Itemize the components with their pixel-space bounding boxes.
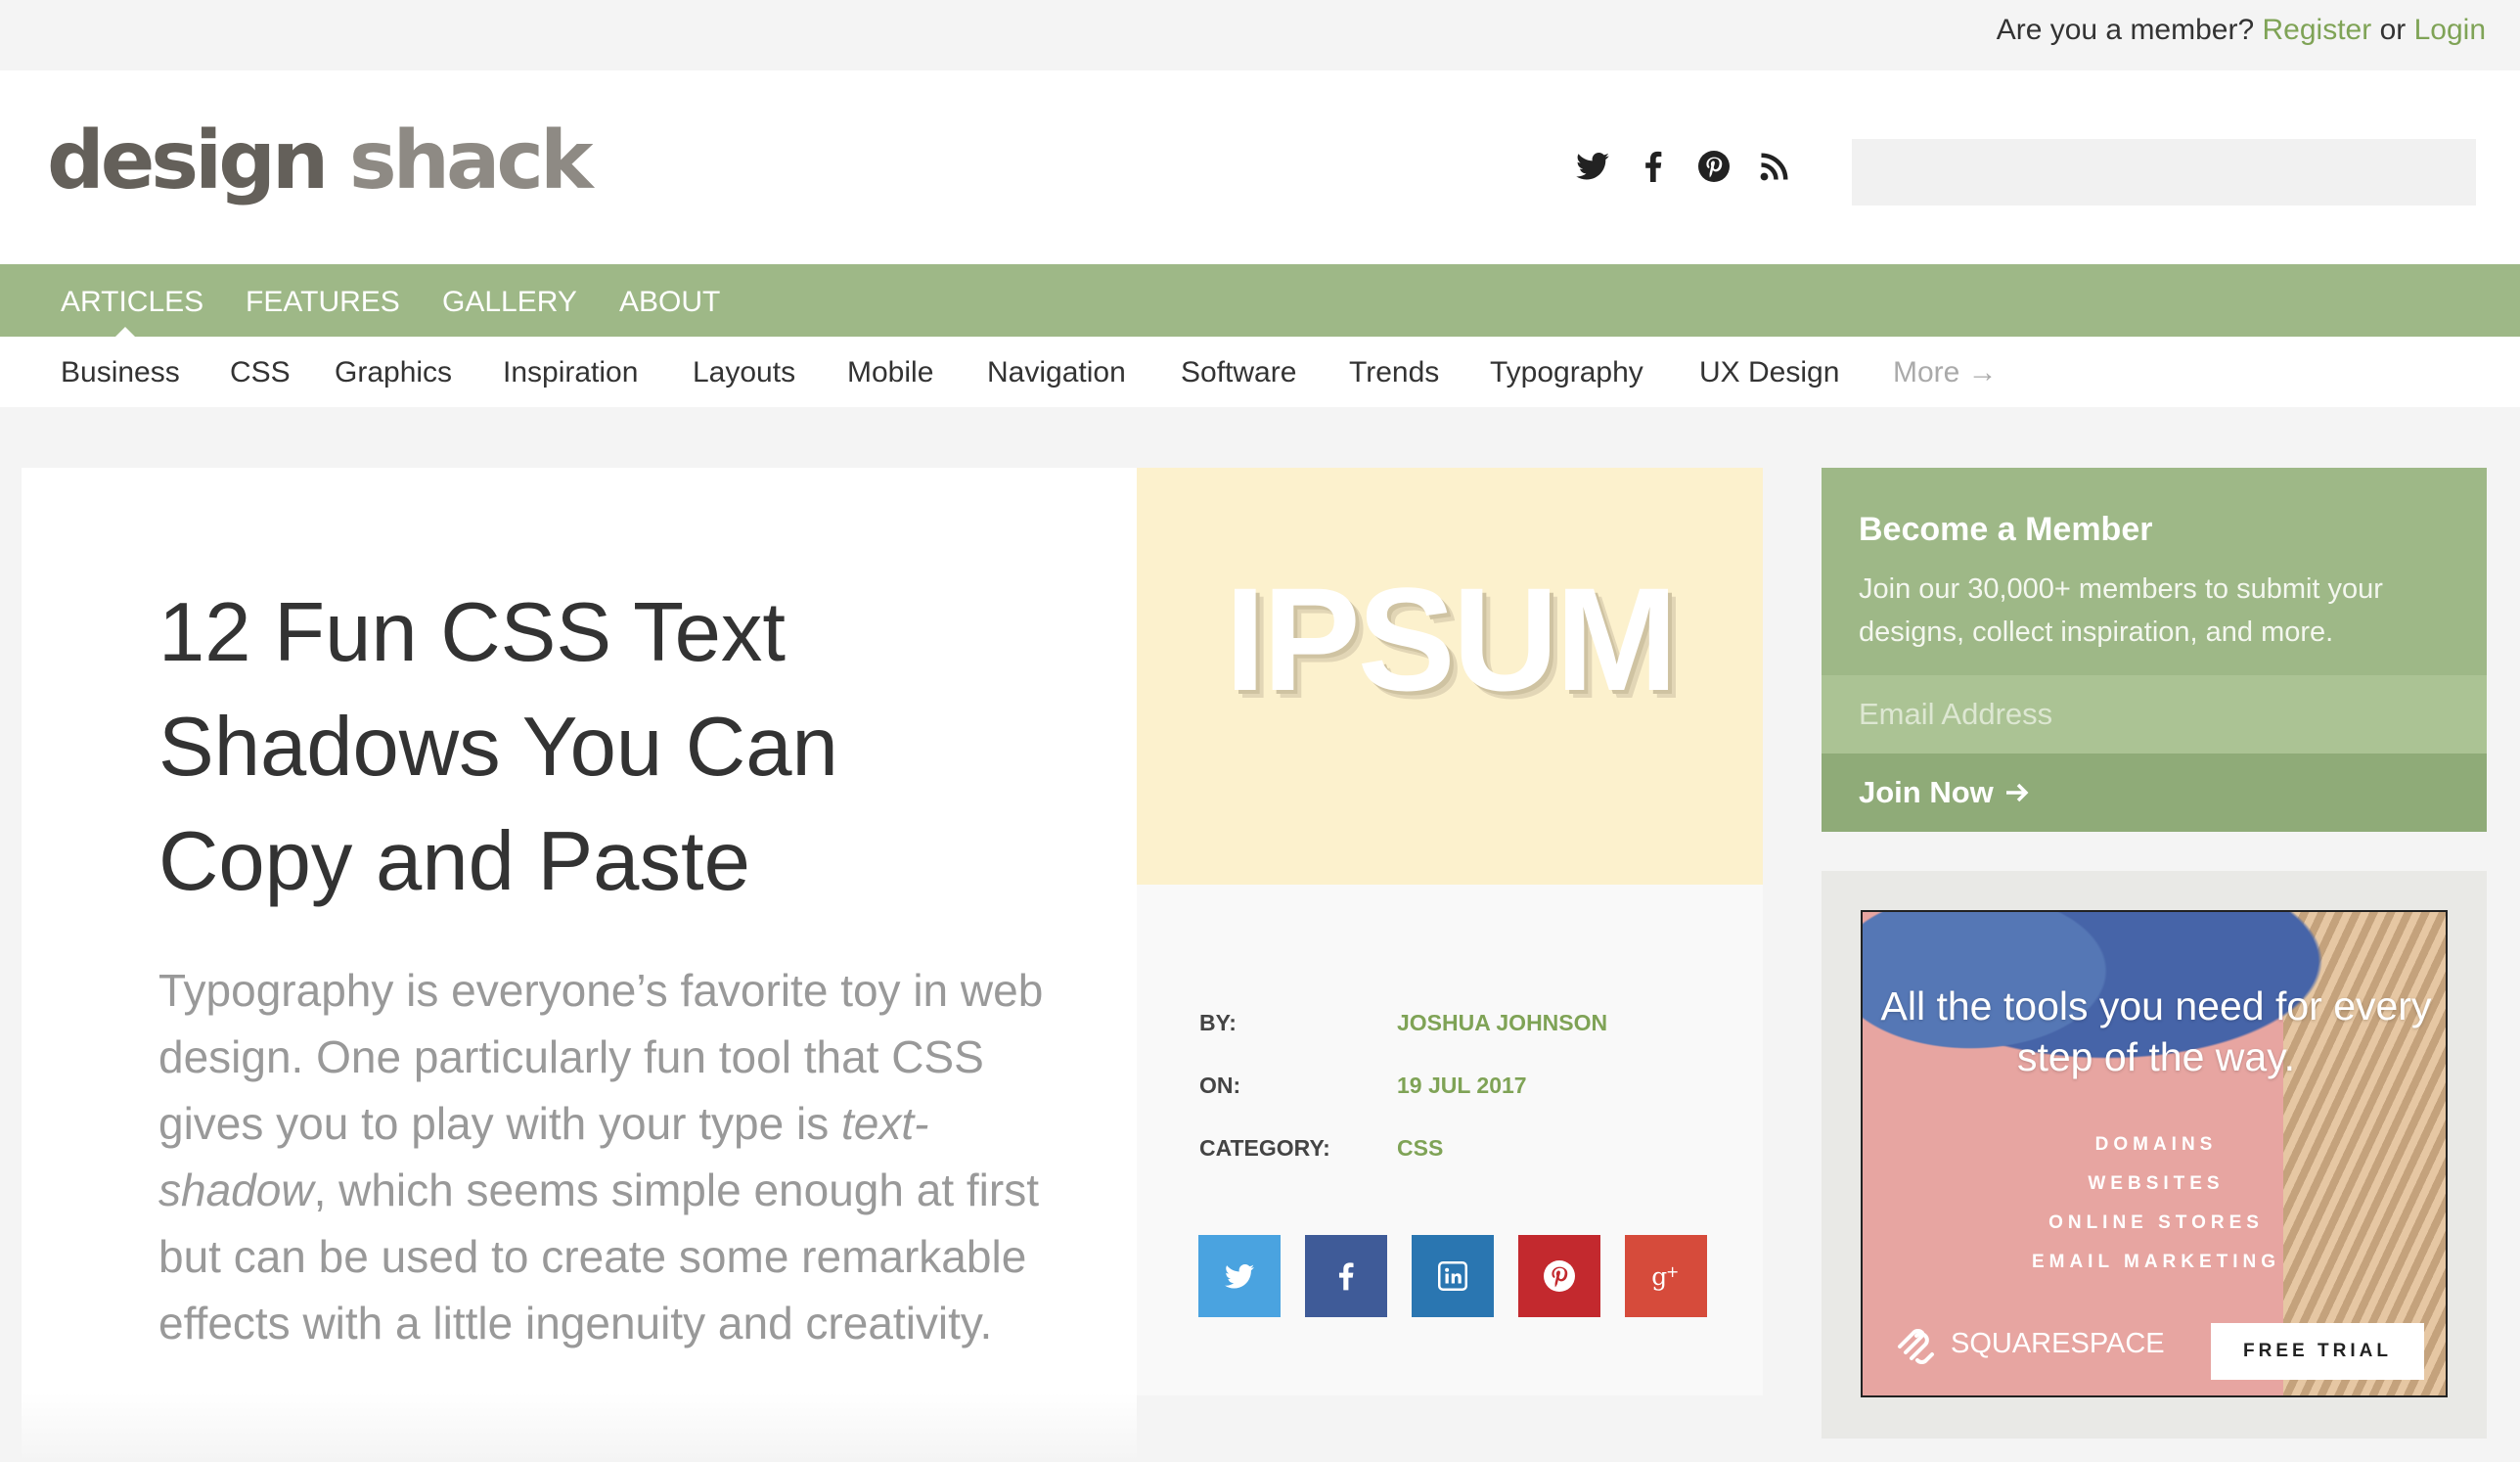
ad-line-websites: WEBSITES: [2088, 1173, 2225, 1194]
category-software[interactable]: Software: [1181, 356, 1296, 389]
nav-features[interactable]: FEATURES: [246, 286, 400, 319]
ad-headline: All the tools you need for every step of…: [1880, 983, 2432, 1079]
site-logo[interactable]: design shack: [47, 121, 594, 202]
ad-feature-list: DOMAINS WEBSITES ONLINE STORES EMAIL MAR…: [1863, 1125, 2446, 1282]
share-linkedin-button[interactable]: [1412, 1235, 1494, 1317]
category-mobile[interactable]: Mobile: [847, 356, 933, 389]
nav-gallery[interactable]: GALLERY: [442, 286, 577, 319]
article-fade: [22, 1393, 1137, 1462]
facebook-icon: [1338, 1262, 1354, 1291]
membership-heading: Become a Member: [1859, 511, 2153, 548]
share-twitter-button[interactable]: [1198, 1235, 1281, 1317]
register-link[interactable]: Register: [2263, 14, 2372, 46]
category-business[interactable]: Business: [61, 356, 180, 389]
pinterest-icon[interactable]: [1696, 149, 1732, 184]
share-pinterest-button[interactable]: [1518, 1235, 1600, 1317]
site-header: design shack: [0, 70, 2520, 264]
join-now-button[interactable]: Join Now: [1822, 754, 2487, 832]
ad-line-domains: DOMAINS: [2094, 1134, 2218, 1155]
free-trial-button[interactable]: FREE TRIAL: [2211, 1323, 2424, 1380]
linkedin-icon: [1438, 1261, 1467, 1291]
article-feature-image[interactable]: IPSUM: [1137, 468, 1763, 885]
date-label: ON:: [1199, 1073, 1241, 1098]
category-graphics[interactable]: Graphics: [335, 356, 452, 389]
category-label: CATEGORY:: [1199, 1135, 1330, 1161]
pinterest-icon: [1544, 1260, 1575, 1292]
main-nav: ARTICLES FEATURES GALLERY ABOUT: [0, 264, 2520, 337]
nav-about[interactable]: ABOUT: [619, 286, 720, 319]
membership-description: Join our 30,000+ members to submit your …: [1859, 573, 2383, 648]
category-nav: Business CSS Graphics Inspiration Layout…: [0, 337, 2520, 407]
category-inspiration[interactable]: Inspiration: [503, 356, 638, 389]
arrow-right-icon: [2005, 783, 2029, 802]
article-title[interactable]: 12 Fun CSS Text Shadows You Can Copy and…: [158, 575, 941, 919]
rss-icon[interactable]: [1757, 149, 1792, 184]
or-text: or: [2379, 14, 2407, 46]
date-value[interactable]: 19 JUL 2017: [1397, 1073, 1527, 1099]
email-field[interactable]: [1822, 675, 2487, 754]
join-now-label: Join Now: [1859, 775, 1994, 809]
category-navigation[interactable]: Navigation: [987, 356, 1126, 389]
category-ux-design[interactable]: UX Design: [1699, 356, 1839, 389]
article-excerpt: Typography is everyone’s favorite toy in…: [158, 957, 1078, 1356]
ad-brand-name: SQUARESPACE: [1951, 1327, 2165, 1359]
category-link[interactable]: CSS: [1397, 1135, 1443, 1162]
share-google-plus-button[interactable]: g +: [1625, 1235, 1707, 1317]
feature-image-text: IPSUM: [1224, 557, 1678, 721]
ad-brand: SQUARESPACE: [1892, 1323, 2165, 1364]
article-meta: BY: JOSHUA JOHNSON ON: 19 JUL 2017 CATEG…: [1137, 885, 1763, 1395]
category-css[interactable]: CSS: [230, 356, 291, 389]
ad-line-online-stores: ONLINE STORES: [2048, 1212, 2264, 1233]
ad-line-email-marketing: EMAIL MARKETING: [2031, 1252, 2281, 1272]
svg-text:+: +: [1666, 1262, 1679, 1281]
facebook-icon[interactable]: [1636, 149, 1671, 184]
logo-word-design: design: [47, 114, 329, 207]
nav-articles[interactable]: ARTICLES: [61, 286, 203, 319]
twitter-icon[interactable]: [1575, 149, 1610, 184]
twitter-icon: [1225, 1263, 1254, 1288]
category-layouts[interactable]: Layouts: [693, 356, 795, 389]
logo-word-shack: shack: [348, 114, 594, 207]
member-question: Are you a member?: [1996, 14, 2255, 46]
active-nav-indicator: [115, 327, 135, 337]
search-input[interactable]: [1852, 139, 2476, 206]
squarespace-logo-icon: [1898, 1329, 1934, 1364]
member-bar: Are you a member? Register or Login: [0, 0, 2520, 70]
social-links: [1575, 149, 1792, 184]
article-card: 12 Fun CSS Text Shadows You Can Copy and…: [22, 468, 1137, 1462]
more-categories-link[interactable]: More →: [1893, 356, 1998, 389]
member-prompt: Are you a member? Register or Login: [1997, 14, 2486, 47]
category-trends[interactable]: Trends: [1349, 356, 1439, 389]
membership-box: Become a Member Join our 30,000+ members…: [1822, 468, 2487, 832]
category-typography[interactable]: Typography: [1490, 356, 1643, 389]
squarespace-ad[interactable]: All the tools you need for every step of…: [1861, 910, 2448, 1397]
author-link[interactable]: JOSHUA JOHNSON: [1397, 1010, 1607, 1036]
svg-text:g: g: [1651, 1262, 1667, 1291]
ad-container: All the tools you need for every step of…: [1822, 871, 2487, 1439]
share-facebook-button[interactable]: [1305, 1235, 1387, 1317]
author-label: BY:: [1199, 1010, 1237, 1035]
google-plus-icon: g+: [1651, 1262, 1679, 1291]
login-link[interactable]: Login: [2414, 14, 2486, 46]
